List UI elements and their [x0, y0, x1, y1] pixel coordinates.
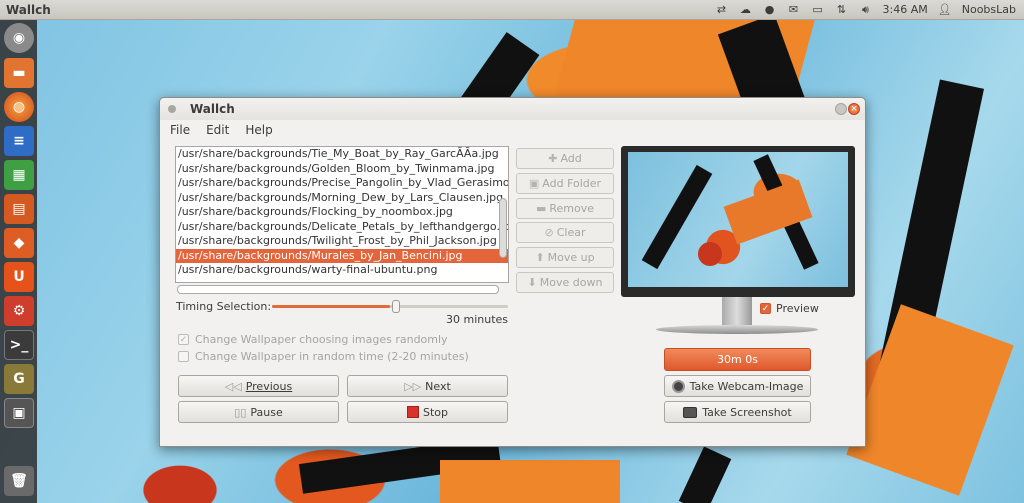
arrow-up-icon: ⬆	[535, 251, 545, 264]
list-item[interactable]: /usr/share/backgrounds/Flocking_by_noomb…	[176, 205, 508, 220]
wallch-window: Wallch × File Edit Help /usr/share/backg…	[159, 97, 866, 447]
window-menu-icon[interactable]	[168, 105, 176, 113]
list-item[interactable]: /usr/share/backgrounds/Golden_Bloom_by_T…	[176, 162, 508, 177]
launcher: ◉ ▬ ◍ ≡ ▦ ▤ ◆ U ⚙ >_ G ▣ 🗑︎	[0, 20, 37, 503]
window-title: Wallch	[190, 102, 235, 116]
impress-icon[interactable]: ▤	[4, 194, 34, 224]
minus-icon: ▬	[535, 202, 547, 215]
preview-option[interactable]: ✓ Preview	[760, 302, 819, 315]
network-icon[interactable]: ⇄	[715, 3, 729, 16]
chat-icon[interactable]: ●	[763, 3, 777, 16]
preview-label: Preview	[776, 302, 819, 315]
menu-help[interactable]: Help	[245, 123, 272, 137]
window-titlebar[interactable]: Wallch ×	[160, 98, 865, 120]
indicator-area: ⇄ ☁ ● ✉ ▭ ⇅ 🔊︎ 3:46 AM 👤︎ NoobsLab	[715, 3, 1024, 17]
move-down-button[interactable]: ⬇ Move down	[516, 272, 614, 293]
remove-button[interactable]: ▬ Remove	[516, 198, 614, 219]
next-icon: ▷▷	[404, 379, 422, 393]
terminal-icon[interactable]: >_	[4, 330, 34, 360]
list-item[interactable]: /usr/share/backgrounds/Tie_My_Boat_by_Ra…	[176, 147, 508, 162]
menu-file[interactable]: File	[170, 123, 190, 137]
settings-icon[interactable]: ⚙	[4, 296, 34, 326]
random-images-label: Change Wallpaper choosing images randoml…	[195, 333, 448, 346]
ubuntu-icon[interactable]: ◉	[4, 23, 34, 53]
timing-value: 30 minutes	[446, 313, 509, 326]
move-up-button[interactable]: ⬆ Move up	[516, 247, 614, 268]
slider-handle[interactable]	[392, 300, 400, 313]
stop-button[interactable]: Stop	[347, 401, 508, 423]
active-app-title: Wallch	[6, 2, 51, 17]
gimp-icon[interactable]: G	[4, 364, 34, 394]
plus-icon: ✚	[548, 152, 558, 165]
workspace-icon[interactable]: ▣	[4, 398, 34, 428]
preview-screen	[628, 152, 848, 287]
timing-slider[interactable]	[272, 300, 508, 313]
previous-button[interactable]: ◁◁ Previous	[178, 375, 339, 397]
ubuntu-one-icon[interactable]: U	[4, 262, 34, 292]
menubar: File Edit Help	[160, 120, 865, 140]
clear-button[interactable]: ⊘ Clear	[516, 222, 614, 243]
webcam-icon	[671, 379, 685, 393]
add-button[interactable]: ✚ Add	[516, 148, 614, 169]
take-webcam-image-button[interactable]: Take Webcam-Image	[664, 375, 811, 397]
pause-button[interactable]: ▯▯ Pause	[178, 401, 339, 423]
list-item[interactable]: /usr/share/backgrounds/Precise_Pangolin_…	[176, 176, 508, 191]
battery-icon[interactable]: ▭	[811, 3, 825, 16]
list-item[interactable]: /usr/share/backgrounds/Twilight_Frost_by…	[176, 234, 508, 249]
timing-label: Timing Selection:	[176, 300, 272, 313]
horizontal-scrollbar[interactable]	[177, 285, 499, 294]
stop-icon	[406, 406, 419, 418]
vertical-scrollbar[interactable]	[498, 148, 508, 281]
writer-icon[interactable]: ≡	[4, 126, 34, 156]
folder-plus-icon: ▣	[528, 177, 540, 190]
firefox-icon[interactable]: ◍	[4, 92, 34, 122]
random-time-checkbox[interactable]	[178, 351, 189, 362]
add-folder-button[interactable]: ▣ Add Folder	[516, 173, 614, 194]
software-center-icon[interactable]: ◆	[4, 228, 34, 258]
wallpaper-list[interactable]: /usr/share/backgrounds/Tie_My_Boat_by_Ra…	[175, 146, 509, 283]
next-button[interactable]: ▷▷ Next	[347, 375, 508, 397]
pause-icon: ▯▯	[234, 405, 247, 419]
random-images-checkbox[interactable]: ✓	[178, 334, 189, 345]
user-icon: 👤︎	[937, 3, 952, 16]
random-time-label: Change Wallpaper in random time (2-20 mi…	[195, 350, 469, 363]
camera-icon	[683, 406, 698, 418]
preview-monitor	[621, 146, 855, 297]
preview-checkbox[interactable]: ✓	[760, 303, 771, 314]
calc-icon[interactable]: ▦	[4, 160, 34, 190]
files-icon[interactable]: ▬	[4, 58, 34, 88]
monitor-stand	[722, 297, 752, 325]
menu-edit[interactable]: Edit	[206, 123, 229, 137]
scrollbar-thumb[interactable]	[499, 198, 507, 258]
transfer-icon[interactable]: ⇅	[835, 3, 849, 16]
random-time-option[interactable]: Change Wallpaper in random time (2-20 mi…	[178, 350, 469, 363]
list-item[interactable]: /usr/share/backgrounds/Morning_Dew_by_La…	[176, 191, 508, 206]
countdown-display[interactable]: 30m 0s	[664, 348, 811, 371]
trash-icon[interactable]: 🗑︎	[4, 466, 34, 496]
random-images-option[interactable]: ✓ Change Wallpaper choosing images rando…	[178, 333, 448, 346]
take-screenshot-button[interactable]: Take Screenshot	[664, 401, 811, 423]
volume-icon[interactable]: 🔊︎	[859, 3, 873, 16]
previous-icon: ◁◁	[224, 379, 242, 393]
list-item[interactable]: /usr/share/backgrounds/Delicate_Petals_b…	[176, 220, 508, 235]
top-panel: Wallch ⇄ ☁ ● ✉ ▭ ⇅ 🔊︎ 3:46 AM 👤︎ NoobsLa…	[0, 0, 1024, 20]
arrow-down-icon: ⬇	[527, 276, 537, 289]
close-icon[interactable]: ×	[848, 103, 860, 115]
minimize-icon[interactable]	[835, 103, 847, 115]
list-item[interactable]: /usr/share/backgrounds/warty-final-ubunt…	[176, 263, 508, 278]
user-name[interactable]: NoobsLab	[962, 3, 1016, 16]
clock[interactable]: 3:46 AM	[883, 3, 928, 16]
list-item-selected[interactable]: /usr/share/backgrounds/Murales_by_Jan_Be…	[176, 248, 508, 263]
monitor-base	[656, 325, 818, 334]
clear-icon: ⊘	[544, 226, 554, 239]
mail-icon[interactable]: ✉	[787, 3, 801, 16]
slider-fill	[272, 305, 390, 308]
cloud-icon[interactable]: ☁	[739, 3, 753, 16]
